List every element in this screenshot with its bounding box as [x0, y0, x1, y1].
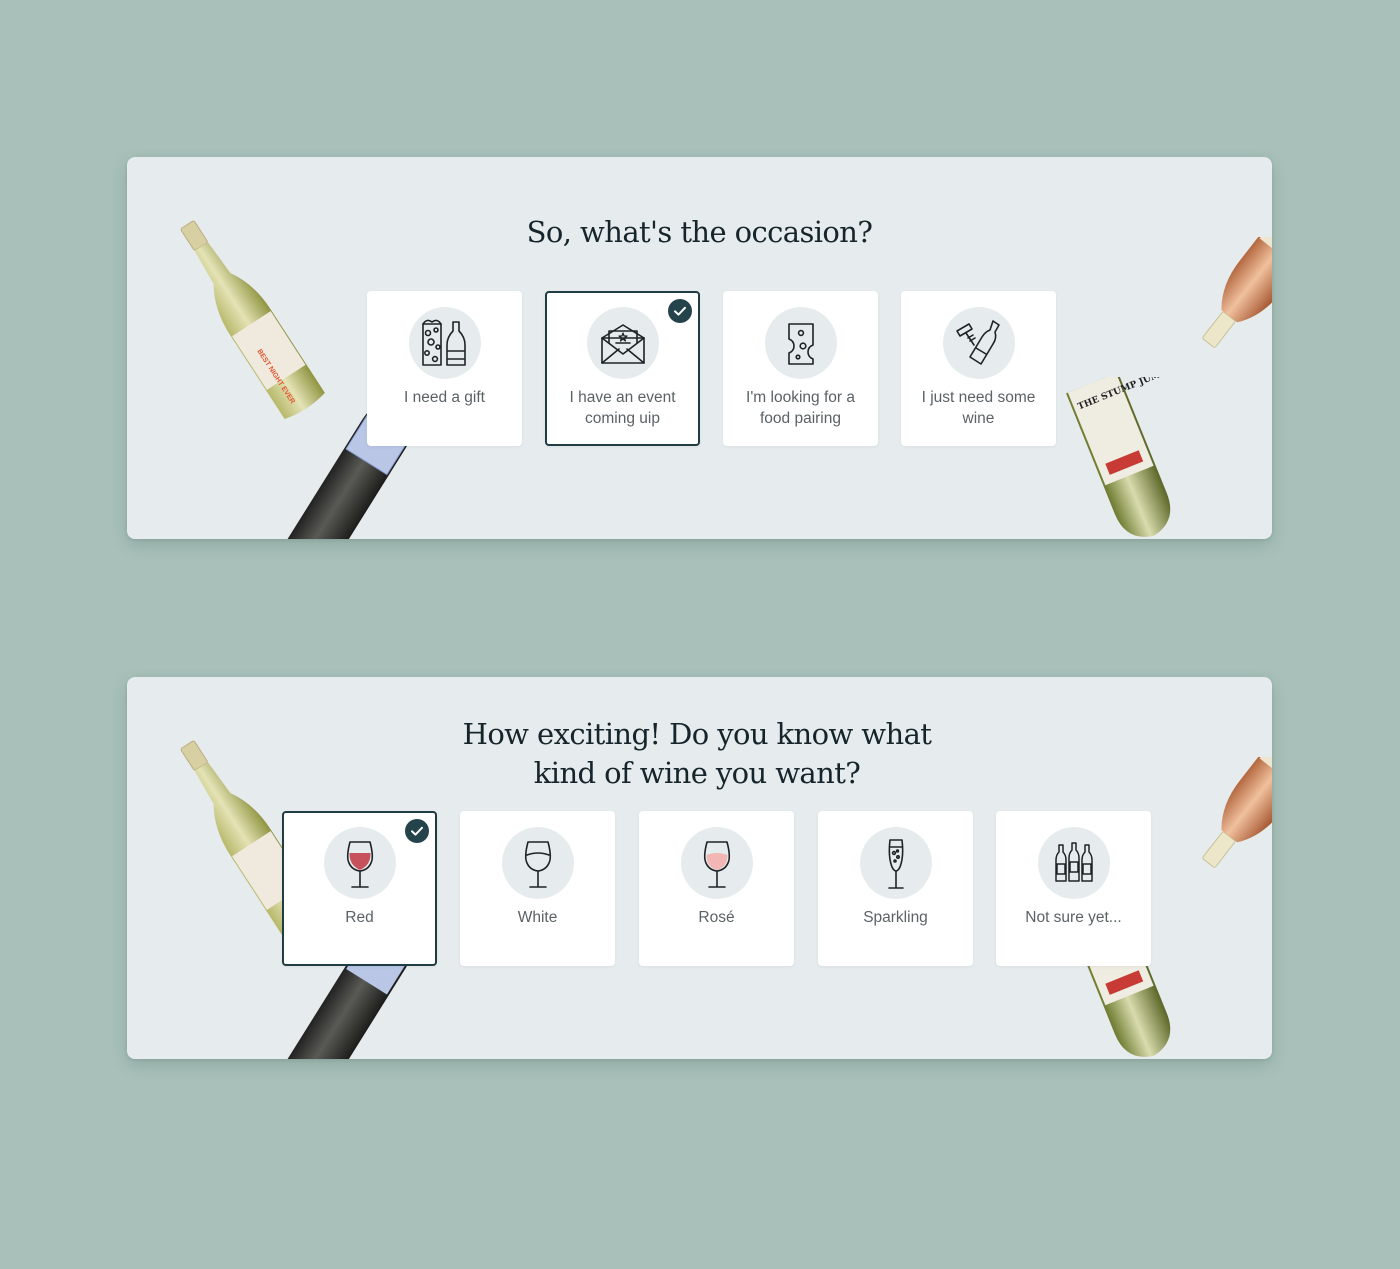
option-white[interactable]: White	[460, 811, 615, 966]
option-need-a-gift[interactable]: I need a gift	[367, 291, 522, 446]
option-label: I just need some wine	[921, 389, 1036, 427]
option-label: Rosé	[698, 909, 735, 926]
option-event-coming-up[interactable]: I have an event coming uip	[545, 291, 700, 446]
option-food-pairing[interactable]: I'm looking for a food pairing	[723, 291, 878, 446]
invitation-icon	[601, 324, 645, 364]
option-just-need-wine[interactable]: I just need some wine	[901, 291, 1056, 446]
option-label: I need a gift	[403, 389, 485, 406]
option-label: I have an event coming uip	[569, 389, 676, 427]
option-not-sure-yet[interactable]: Not sure yet...	[996, 811, 1151, 966]
selected-check-icon	[668, 299, 692, 323]
option-red[interactable]: Red	[282, 811, 437, 966]
champagne-flute-icon	[888, 839, 904, 889]
corkscrew-bottle-icon	[956, 320, 1000, 365]
white-wine-glass-icon	[524, 841, 552, 888]
wine-type-title: How exciting! Do you know what kind of w…	[462, 717, 932, 790]
option-label: I'm looking for a food pairing	[746, 389, 855, 427]
option-label: Sparkling	[863, 909, 928, 926]
red-wine-glass-icon	[346, 841, 374, 888]
gift-bottle-icon	[422, 319, 466, 366]
cheese-icon	[788, 323, 814, 365]
rose-wine-glass-icon	[703, 841, 731, 888]
occasion-panel: BEST NIGHT EVER THE STUMP JUMP So, what'…	[127, 157, 1272, 539]
option-label: White	[517, 909, 558, 926]
option-label: Not sure yet...	[1025, 909, 1122, 926]
occasion-title: So, what's the occasion?	[526, 215, 873, 249]
selected-check-icon	[405, 819, 429, 843]
option-sparkling[interactable]: Sparkling	[818, 811, 973, 966]
option-rose[interactable]: Rosé	[639, 811, 794, 966]
wine-type-panel: How exciting! Do you know what kind of w…	[127, 677, 1272, 1059]
option-label: Red	[345, 909, 374, 926]
three-bottles-icon	[1055, 842, 1093, 882]
